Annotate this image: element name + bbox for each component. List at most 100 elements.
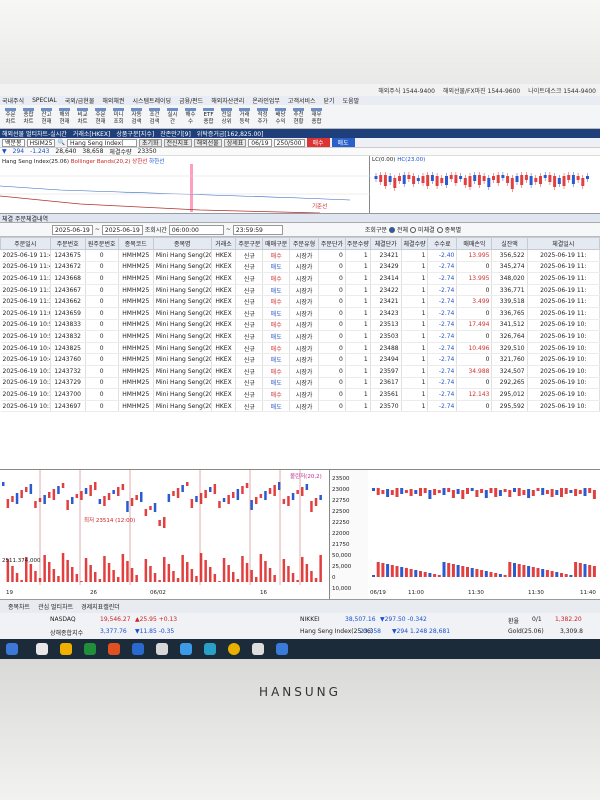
table-row[interactable]: 2025-06-19 10:5 1243833 0 HMHM25 Mini Hang S… (0, 319, 600, 332)
tab-multi-chart[interactable]: 관심 멀티차트 (38, 602, 73, 611)
menu-item[interactable]: 국내주식 (2, 96, 24, 105)
trading-app-icon[interactable] (276, 643, 288, 655)
toolbar-button[interactable]: 상세표 (223, 138, 247, 147)
top-info-item[interactable]: 해외선물/FX마진 1544-9600 (443, 86, 520, 95)
toolbar-item[interactable]: 주문 현재 (92, 107, 109, 126)
table-row[interactable]: 2025-06-19 11:3 1243668 0 HMHM25 Mini Hang S… (0, 272, 600, 285)
radio-all[interactable] (389, 226, 395, 233)
table-row[interactable]: 2025-06-19 10:1 1243697 0 HMHM25 Mini Hang S… (0, 400, 600, 413)
toolbar-item[interactable]: 주문 차트 (2, 107, 19, 126)
menu-item[interactable]: SPECIAL (32, 97, 57, 104)
top-info-item[interactable]: 해외주식 1544-9400 (378, 86, 435, 95)
toolbar-item[interactable]: 재무 종합 (308, 107, 325, 126)
edge-icon[interactable] (180, 643, 192, 655)
table-row[interactable]: 2025-06-19 10:5 1243832 0 HMHM25 Mini Hang S… (0, 330, 600, 343)
time-from-input[interactable]: 06:00:00 (168, 224, 224, 235)
toolbar-item[interactable]: 전일 상위 (218, 107, 235, 126)
column-header[interactable]: 주문번호 (49, 237, 86, 250)
top-info-item[interactable]: 나이트데스크 1544-9400 (528, 86, 596, 95)
table-row[interactable]: 2025-06-19 10:1 1243700 0 HMHM25 Mini Hang S… (0, 388, 600, 401)
ticker-name[interactable]: NASDAQ (50, 616, 76, 623)
column-header[interactable]: 체결수량 (400, 237, 429, 250)
lower-left-chart[interactable]: 최저 23514 (12:00) 2511.374,000 19 26 06/0… (0, 470, 330, 600)
tab-item-chart[interactable]: 종목차트 (8, 602, 30, 611)
column-header[interactable]: 체결일시 (526, 237, 600, 250)
column-header[interactable]: 주문일시 (0, 237, 51, 250)
table-row[interactable]: 2025-06-19 10:3 1243732 0 HMHM25 Mini Hang S… (0, 365, 600, 378)
app-icon[interactable] (108, 643, 120, 655)
menu-item[interactable]: 금융/펀드 (179, 96, 203, 105)
app-icon[interactable] (132, 643, 144, 655)
table-row[interactable]: 2025-06-19 10:4 1243825 0 HMHM25 Mini Hang S… (0, 342, 600, 355)
search-icon[interactable] (36, 643, 48, 655)
lower-right-chart[interactable]: 06/19 11:00 11:30 11:30 11:40 (368, 470, 600, 600)
menu-item[interactable]: 해외자산관리 (211, 96, 244, 105)
toolbar-item[interactable]: 추천 현황 (290, 107, 307, 126)
toolbar-item[interactable]: 실시 간 (164, 107, 181, 126)
menu-item[interactable]: 시스템트레이딩 (132, 96, 171, 105)
search-icon[interactable]: 🔍 (57, 139, 64, 146)
sell-button[interactable]: 매도 (331, 138, 355, 147)
ticker-name[interactable]: 환율 (508, 616, 519, 625)
left-price-chart[interactable]: Hang Seng Index(25.06) Bollinger Bands(2… (0, 156, 370, 213)
table-row[interactable]: 2025-06-19 11:3 1243662 0 HMHM25 Mini Hang S… (0, 295, 600, 308)
ticker-name[interactable]: 상해종합지수 (50, 628, 83, 637)
app-icon[interactable] (156, 643, 168, 655)
menu-item[interactable]: 국외/금현물 (65, 96, 95, 105)
column-header[interactable]: 종목명 (152, 237, 212, 250)
buy-button[interactable]: 매수 (306, 138, 330, 147)
toolbar-item[interactable]: 종합 차트 (20, 107, 37, 126)
date-from-input[interactable]: 2025-06-19 (52, 224, 93, 235)
start-icon[interactable] (6, 643, 18, 655)
menu-item[interactable]: 해외채권 (102, 96, 124, 105)
menu-item[interactable]: 닫기 (324, 96, 335, 105)
toolbar-button[interactable]: 전신지표 (163, 138, 192, 147)
toolbar-item[interactable]: 해외 현재 (56, 107, 73, 126)
toolbar-item[interactable]: ETF 종합 (200, 107, 217, 126)
column-header[interactable]: 주문구분 (235, 237, 264, 250)
app-icon[interactable] (204, 643, 216, 655)
column-header[interactable]: 매매구분 (262, 237, 291, 250)
column-header[interactable]: 주문유형 (289, 237, 320, 250)
toolbar-button[interactable]: 해외선물 (193, 138, 222, 147)
chrome-icon[interactable] (228, 643, 240, 655)
table-row[interactable]: 2025-06-19 11:0 1243659 0 HMHM25 Mini Hang S… (0, 307, 600, 320)
table-row[interactable]: 2025-06-19 10:4 1243760 0 HMHM25 Mini Hang S… (0, 353, 600, 366)
menu-item[interactable]: 온라인업무 (252, 96, 280, 105)
toolbar-button[interactable]: 초기화 (138, 138, 162, 147)
toolbar-item[interactable]: 잔고 현재 (38, 107, 55, 126)
date-input[interactable]: 06/19 (248, 138, 272, 147)
toolbar-item[interactable]: 비교 차트 (74, 107, 91, 126)
table-row[interactable]: 2025-06-19 11:4 1243675 0 HMHM25 Mini Hang S… (0, 249, 600, 262)
symbol-input[interactable]: HSIM25 (26, 138, 56, 147)
toolbar-item[interactable]: 거래 등락 (236, 107, 253, 126)
toolbar-item[interactable]: 자동 검색 (128, 107, 145, 126)
table-row[interactable]: 2025-06-19 11:3 1243667 0 HMHM25 Mini Hang S… (0, 284, 600, 297)
radio-unfilled[interactable] (410, 226, 417, 233)
toolbar-item[interactable]: 적정 주가 (254, 107, 271, 126)
menu-item[interactable]: 도움말 (343, 96, 360, 105)
column-header[interactable]: 수수료 (427, 237, 458, 250)
table-row[interactable]: 2025-06-19 11:4 1243672 0 HMHM25 Mini Hang S… (0, 261, 600, 274)
right-price-chart[interactable]: LC(0.00) HC(23.00) (370, 156, 600, 213)
toolbar-item[interactable]: 조건 검색 (146, 107, 163, 126)
column-header[interactable]: 주문수량 (344, 237, 371, 250)
ticker-name[interactable]: NIKKEI (300, 616, 320, 623)
column-header[interactable]: 실잔액 (491, 237, 528, 250)
count-input[interactable]: 250/500 (273, 138, 305, 147)
column-header[interactable]: 매매손익 (456, 237, 493, 250)
radio-by-item[interactable] (436, 226, 443, 233)
time-to-input[interactable]: 23:59:59 (232, 224, 283, 235)
table-row[interactable]: 2025-06-19 10:3 1243729 0 HMHM25 Mini Hang S… (0, 377, 600, 390)
ticker-name[interactable]: Gold(25.06) (508, 628, 544, 635)
column-header[interactable]: 체결단가 (369, 237, 402, 250)
tool-icon[interactable] (252, 643, 264, 655)
column-header[interactable]: 원주문번호 (84, 237, 119, 250)
toolbar-item[interactable]: 해수 수 (182, 107, 199, 126)
menu-item[interactable]: 고객서비스 (288, 96, 316, 105)
column-header[interactable]: 종목코드 (117, 237, 154, 250)
toolbar-item[interactable]: 배당 수익 (272, 107, 289, 126)
date-to-input[interactable]: 2025-06-19 (101, 224, 143, 235)
column-header[interactable]: 거래소 (210, 237, 237, 250)
tab-execution-history[interactable]: 체결 주문체결내역 (2, 214, 48, 223)
